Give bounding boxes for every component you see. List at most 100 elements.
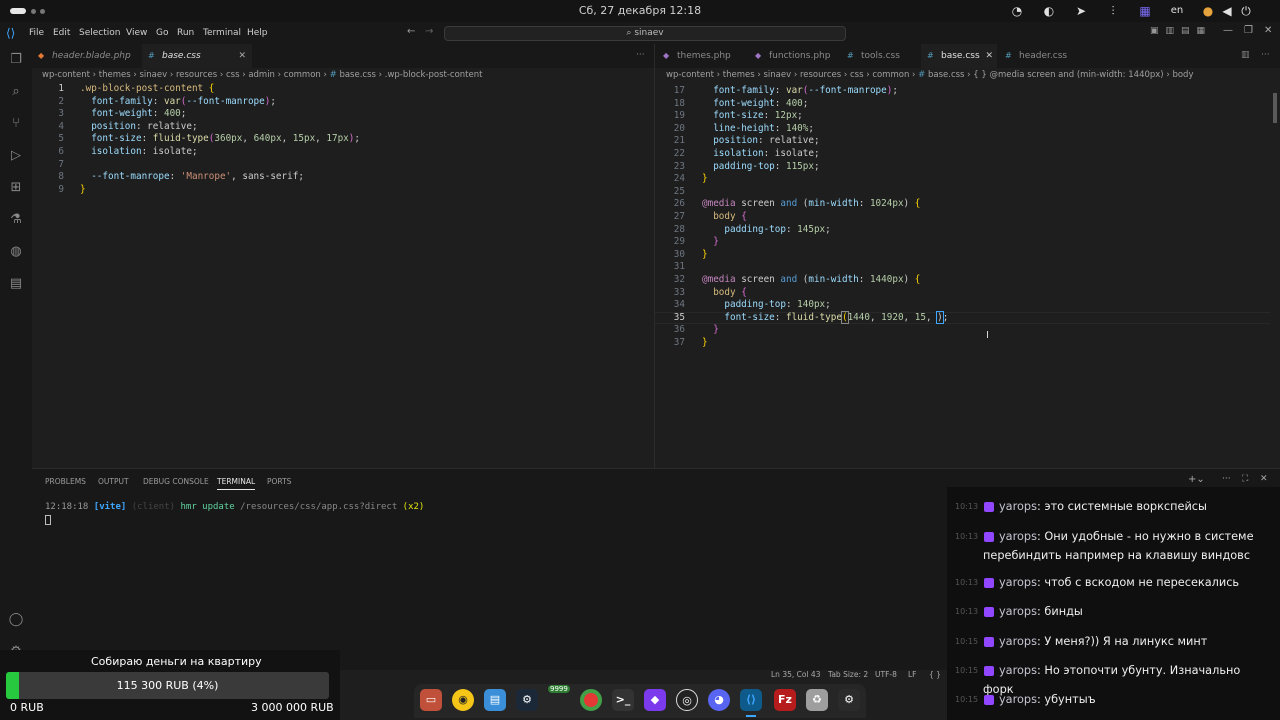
- tab-header-blade[interactable]: ◆ header.blade.php: [32, 44, 140, 68]
- menu-terminal[interactable]: Terminal: [203, 28, 241, 38]
- css-file-icon: #: [847, 51, 854, 60]
- menu-selection[interactable]: Selection: [79, 28, 120, 38]
- run-debug-icon[interactable]: ▷: [8, 148, 24, 164]
- source-control-icon[interactable]: ⑂: [8, 116, 24, 132]
- network-icon[interactable]: ▦: [1137, 3, 1153, 19]
- breadcrumb-item[interactable]: resources: [800, 70, 841, 80]
- layout-controls-icon[interactable]: ▣▥▤▦: [1150, 26, 1212, 36]
- files-icon[interactable]: ▭: [420, 689, 442, 711]
- chat-text: убунтыъ: [1044, 693, 1096, 706]
- remote-explorer-icon[interactable]: ◍: [8, 244, 24, 260]
- left-code-editor[interactable]: 1 2 3 4 5 6 7 8 9 .wp-block-post-content…: [32, 83, 654, 468]
- settings-icon[interactable]: ⚙: [838, 689, 860, 711]
- tab-header-css[interactable]: # header.css: [999, 44, 1079, 68]
- rhythmbox-icon[interactable]: ◉: [452, 689, 474, 711]
- line-number: 22: [673, 148, 685, 159]
- tab-themes-php[interactable]: ◆ themes.php: [657, 44, 747, 68]
- tab-problems[interactable]: PROBLEMS: [45, 477, 86, 486]
- tab-output[interactable]: OUTPUT: [98, 477, 129, 486]
- language-mode[interactable]: { }: [929, 670, 941, 679]
- trash-icon[interactable]: ♻: [806, 689, 828, 711]
- right-code-editor[interactable]: 17 18 19 20 21 22 23 24 25 26 27 28 29 3…: [655, 85, 1280, 468]
- breadcrumb-item[interactable]: base.css: [339, 70, 376, 80]
- obs-icon[interactable]: ◎: [676, 689, 698, 711]
- ring-icon[interactable]: ◐: [1041, 3, 1057, 19]
- microphone-icon[interactable]: ●: [1200, 3, 1216, 19]
- tab-tools-css[interactable]: # tools.css: [841, 44, 921, 68]
- search-icon[interactable]: ⌕: [8, 84, 24, 100]
- equalizer-icon[interactable]: ⫶: [1105, 3, 1121, 19]
- breadcrumb-item[interactable]: wp-content: [42, 70, 90, 80]
- breadcrumb-item[interactable]: base.css: [928, 70, 965, 80]
- testing-icon[interactable]: ⚗: [8, 212, 24, 228]
- more-actions-icon[interactable]: ···: [636, 50, 645, 60]
- command-center-search[interactable]: ⌕ sinaev: [444, 26, 846, 41]
- text-editor-icon[interactable]: ▤: [484, 689, 506, 711]
- command-center-label: sinaev: [634, 28, 664, 38]
- encoding[interactable]: UTF-8: [875, 670, 897, 679]
- volume-icon[interactable]: ◀: [1219, 3, 1235, 19]
- menu-file[interactable]: File: [29, 28, 44, 38]
- tab-size[interactable]: Tab Size: 2: [828, 670, 868, 679]
- filezilla-icon[interactable]: Fz: [774, 689, 796, 711]
- close-panel-icon[interactable]: ✕: [1260, 474, 1268, 484]
- vscode-icon[interactable]: ⟨⟩: [740, 689, 762, 711]
- minimize-icon[interactable]: —: [1223, 25, 1233, 36]
- back-arrow-icon[interactable]: ←: [407, 26, 415, 37]
- menu-view[interactable]: View: [126, 28, 147, 38]
- minimap-scrollbar[interactable]: [1273, 93, 1277, 123]
- breadcrumb-item[interactable]: css: [850, 70, 864, 80]
- power-icon[interactable]: ⏻: [1238, 3, 1254, 19]
- account-icon[interactable]: ◯: [8, 612, 24, 628]
- close-window-icon[interactable]: ✕: [1264, 25, 1272, 36]
- breadcrumb-item[interactable]: css: [226, 70, 240, 80]
- eol[interactable]: LF: [908, 670, 917, 679]
- forward-arrow-icon[interactable]: →: [425, 26, 433, 37]
- breadcrumb-item[interactable]: themes: [723, 70, 755, 80]
- language-indicator[interactable]: en: [1166, 3, 1188, 19]
- close-tab-icon[interactable]: ✕: [238, 44, 246, 68]
- opera-icon[interactable]: ◔: [1009, 3, 1025, 19]
- terminal-icon[interactable]: >_: [612, 689, 634, 711]
- menu-run[interactable]: Run: [177, 28, 194, 38]
- breadcrumb-item[interactable]: body: [1172, 70, 1193, 80]
- split-editor-icon[interactable]: ▥: [1241, 50, 1250, 60]
- close-tab-icon[interactable]: ✕: [985, 44, 993, 68]
- breadcrumb-item[interactable]: common: [284, 70, 321, 80]
- telegram-icon[interactable]: ➤: [1073, 3, 1089, 19]
- more-actions-icon[interactable]: ···: [1222, 474, 1231, 484]
- menu-edit[interactable]: Edit: [53, 28, 70, 38]
- breadcrumb-item[interactable]: { } @media screen and (min-width: 1440px…: [973, 70, 1163, 80]
- breadcrumb-item[interactable]: admin: [248, 70, 275, 80]
- tab-functions-php[interactable]: ◆ functions.php: [749, 44, 839, 68]
- terminal-cursor[interactable]: [45, 515, 51, 525]
- chrome-icon[interactable]: [580, 689, 602, 711]
- discord-icon[interactable]: ◕: [708, 689, 730, 711]
- tab-base-css[interactable]: # base.css ✕: [142, 44, 252, 68]
- breadcrumb-item[interactable]: wp-content: [666, 70, 714, 80]
- breadcrumb-item[interactable]: common: [872, 70, 909, 80]
- php-file-icon: ◆: [663, 51, 670, 60]
- terminal-output-line[interactable]: 12:18:18 [vite] (client) hmr update /res…: [45, 502, 424, 512]
- maximize-panel-icon[interactable]: ⛶: [1242, 474, 1248, 484]
- more-actions-icon[interactable]: ···: [1261, 50, 1270, 60]
- steam-icon[interactable]: ⚙: [516, 689, 538, 711]
- breadcrumb-item[interactable]: sinaev: [763, 70, 791, 80]
- docker-icon[interactable]: ▤: [8, 276, 24, 292]
- breadcrumb-item[interactable]: sinaev: [139, 70, 167, 80]
- cursor-position[interactable]: Ln 35, Col 43: [771, 670, 820, 679]
- new-terminal-icon[interactable]: +⌄: [1188, 474, 1205, 485]
- breadcrumb-item[interactable]: themes: [99, 70, 131, 80]
- obsidian-icon[interactable]: ◆: [644, 689, 666, 711]
- tab-ports[interactable]: PORTS: [267, 477, 291, 486]
- tab-terminal[interactable]: TERMINAL: [217, 477, 256, 490]
- tab-base-css[interactable]: # base.css ✕: [921, 44, 997, 68]
- tab-debug-console[interactable]: DEBUG CONSOLE: [143, 477, 209, 486]
- breadcrumb-item[interactable]: .wp-block-post-content: [385, 70, 483, 80]
- menu-help[interactable]: Help: [247, 28, 268, 38]
- explorer-icon[interactable]: ❐: [8, 52, 24, 68]
- extensions-icon[interactable]: ⊞: [8, 180, 24, 196]
- breadcrumb-item[interactable]: resources: [176, 70, 217, 80]
- restore-icon[interactable]: ❐: [1244, 25, 1253, 36]
- menu-go[interactable]: Go: [156, 28, 168, 38]
